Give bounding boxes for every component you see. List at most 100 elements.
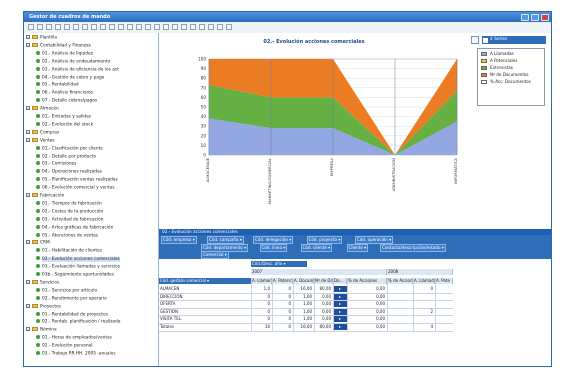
filter-field[interactable]: Cliente ▾ xyxy=(346,243,369,252)
expand-icon[interactable]: − xyxy=(26,303,30,308)
tree-folder[interactable]: − Fabricación xyxy=(26,193,64,199)
filter-field[interactable]: Cód. línea ▾ xyxy=(259,243,288,252)
table-cell: 0,00 xyxy=(376,301,385,307)
expand-icon[interactable]: − xyxy=(26,129,30,134)
export-icon[interactable] xyxy=(127,24,133,30)
tree-item[interactable]: 02.- Evolución del stock xyxy=(36,121,93,128)
expand-icon[interactable]: − xyxy=(26,106,30,111)
tree-folder[interactable]: − Compras xyxy=(26,129,59,136)
tree-item-label: 03b.- Seguimiento oportunidades xyxy=(42,272,114,278)
expand-icon[interactable]: − xyxy=(26,193,30,197)
settings-icon[interactable] xyxy=(208,24,214,30)
tree-item[interactable]: 03.- Evaluación llamadas y servicios xyxy=(36,264,120,270)
drill-button[interactable]: ▸ xyxy=(333,293,347,300)
tree-item[interactable]: 02.- Rendimiento por operario xyxy=(36,295,107,302)
info-icon[interactable] xyxy=(217,24,223,30)
tree-folder[interactable]: − CRM xyxy=(26,240,50,246)
drill-button[interactable]: ▸ xyxy=(333,308,347,315)
filter-field[interactable]: Contacto/descripción/estado ▾ xyxy=(380,243,446,252)
report-icon xyxy=(36,311,40,316)
cut-icon[interactable] xyxy=(64,24,70,30)
open-icon[interactable] xyxy=(37,24,43,30)
expand-icon[interactable]: − xyxy=(26,137,30,142)
tree-item[interactable]: 05.- Rentabilidad xyxy=(36,82,79,88)
tree-folder[interactable]: − Ventas xyxy=(26,137,55,144)
tree-item[interactable]: 01.- Horas de empleados/ventas xyxy=(36,335,112,341)
sort-icon[interactable] xyxy=(100,24,106,30)
tree-item[interactable]: 03.- Trabajo RR.HH. 2005 -anuales xyxy=(36,351,116,357)
tree-folder[interactable]: − Almacén xyxy=(26,106,59,112)
tree-item[interactable]: 01.- Servicios por artículo xyxy=(36,287,97,294)
maximize-button[interactable] xyxy=(531,13,539,21)
series-selector[interactable]: 4 Series xyxy=(482,36,546,44)
expand-icon[interactable]: − xyxy=(26,240,30,245)
zoom-icon[interactable] xyxy=(154,24,160,30)
tree-item[interactable]: 02.- Costes de la producción xyxy=(36,208,103,215)
tree-item[interactable]: 06.- Análisis financieros xyxy=(36,90,93,96)
chart-options-button[interactable] xyxy=(471,36,479,44)
table-icon[interactable] xyxy=(118,24,124,30)
tree-folder[interactable]: − Contabilidad y Finanzas xyxy=(26,42,91,49)
tree-item[interactable]: 07.- Detalle cobros/pagos xyxy=(36,98,97,104)
tree-item[interactable]: 01.- Entradas y salidas xyxy=(36,114,91,120)
refresh-icon[interactable] xyxy=(136,24,142,30)
row-label: GESTIÓN xyxy=(160,308,178,314)
drill-button[interactable]: ▸ xyxy=(333,316,347,323)
tree-folder[interactable]: − Plantilla xyxy=(26,35,57,41)
print-icon[interactable] xyxy=(55,24,61,30)
tree-item[interactable]: 01.- Tiempos de fabricación xyxy=(36,200,102,207)
tree-item[interactable]: 02.- Análisis de endeudamiento xyxy=(36,58,110,65)
tree-item[interactable]: 03.- Actividad de fabricación xyxy=(36,216,104,223)
tree-item[interactable]: 01.- Habilitación de clientes xyxy=(36,248,102,254)
new-icon[interactable] xyxy=(28,24,34,30)
tree-item[interactable]: 05.- Atenciones de ventas xyxy=(36,232,98,239)
tree-item[interactable]: 06.- Evolución comercial y ventas xyxy=(36,185,114,191)
expand-icon[interactable]: − xyxy=(26,279,30,284)
tree-item[interactable]: 01.- Rentabilidad de proyectos xyxy=(36,311,108,318)
tree-folder[interactable]: − Nómina xyxy=(26,327,57,333)
report-icon xyxy=(36,287,40,292)
graph-icon[interactable] xyxy=(181,24,187,30)
filter-icon[interactable] xyxy=(91,24,97,30)
chart-icon[interactable] xyxy=(109,24,115,30)
drill-button[interactable]: ▸ xyxy=(333,324,347,330)
report-icon[interactable] xyxy=(199,24,205,30)
tree-item[interactable]: 03b.- Seguimiento oportunidades xyxy=(36,272,114,278)
tree-item[interactable]: 02.- Rentab. planificación / realizada xyxy=(36,319,121,325)
paste-icon[interactable] xyxy=(82,24,88,30)
minimize-button[interactable] xyxy=(521,13,529,21)
tree-item[interactable]: 04.- Artes gráficas de fabricación xyxy=(36,224,113,231)
drill-button[interactable]: ▸ xyxy=(333,301,347,308)
filter-field[interactable]: Comercial ▾ xyxy=(201,251,229,259)
column-field-chip[interactable]: Cód./Desc. año ▾ xyxy=(251,261,307,267)
filter-field[interactable]: Cód. cliente ▾ xyxy=(300,243,333,252)
tree-item[interactable]: 01.- Clasificación por cliente xyxy=(36,145,103,152)
filter-field[interactable]: Cód. empresa ▾ xyxy=(161,236,197,244)
tree-item[interactable]: 02.- Evolución acciones comerciales xyxy=(36,256,120,262)
tree-item[interactable]: 01.- Análisis de liquidez xyxy=(36,50,93,57)
expand-icon[interactable]: − xyxy=(26,327,30,332)
users-icon[interactable] xyxy=(172,24,178,30)
help-icon[interactable] xyxy=(163,24,169,30)
tree-item[interactable]: 03.- Análisis de eficiencia de los act xyxy=(36,66,119,73)
copy-icon[interactable] xyxy=(73,24,79,30)
drill-button[interactable]: ▸ xyxy=(333,286,347,292)
tree-item[interactable]: 02.- Detalle por producto xyxy=(36,153,96,160)
expand-icon[interactable]: − xyxy=(26,42,30,47)
calendar-icon[interactable] xyxy=(190,24,196,30)
exit-icon[interactable] xyxy=(226,24,232,30)
tree-item[interactable]: 04.- Gestión de cobro y pago xyxy=(36,74,104,81)
close-button[interactable] xyxy=(541,13,549,21)
tree-item[interactable]: 04.- Operaciones realizadas xyxy=(36,169,102,175)
grid-icon[interactable] xyxy=(145,24,151,30)
tree-item[interactable]: 05.- Planificación ventas realizadas xyxy=(36,177,118,183)
row-field-chip[interactable]: Cód. gestión comercial ▾ xyxy=(159,278,251,284)
column-header: Do… xyxy=(333,278,347,284)
tree-item[interactable]: 02.- Evolución personal xyxy=(36,343,92,349)
expand-icon[interactable]: − xyxy=(26,35,30,39)
column-field-label: Cód./Desc. año ▾ xyxy=(252,261,286,266)
tree-folder[interactable]: − Servicios xyxy=(26,279,59,286)
tree-folder[interactable]: − Proyectos xyxy=(26,303,61,310)
tree-item[interactable]: 03.- Comisiones xyxy=(36,161,76,167)
save-icon[interactable] xyxy=(46,24,52,30)
